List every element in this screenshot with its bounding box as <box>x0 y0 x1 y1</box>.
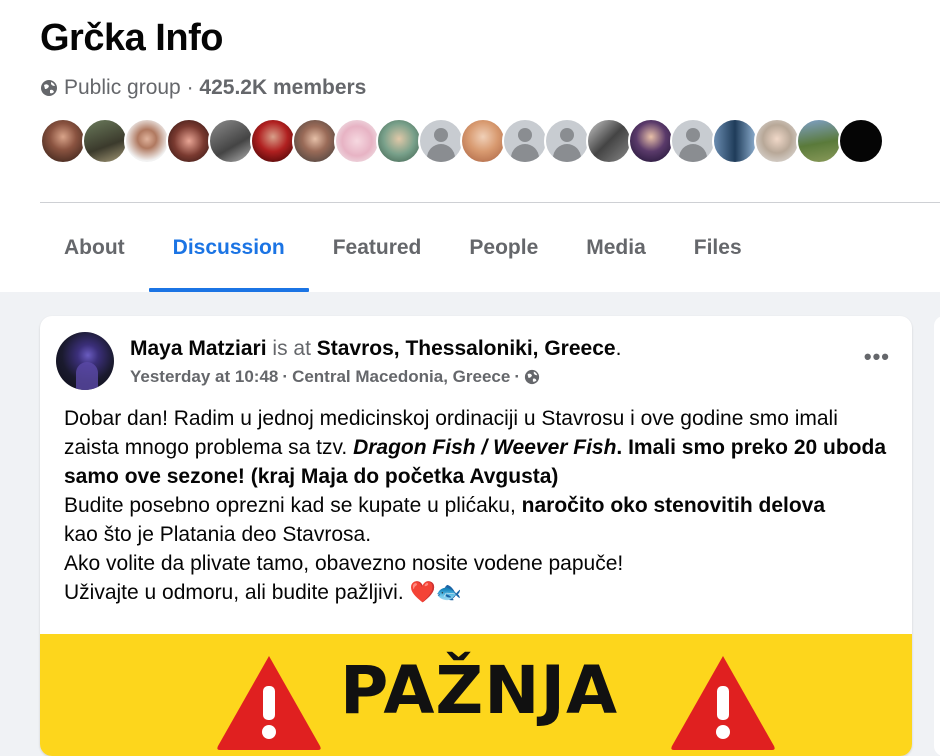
sub-separator: · <box>282 367 289 386</box>
body-text: Uživajte u odmoru, ali budite pažljivi. <box>64 581 410 604</box>
post-header: Maya Matziari is at Stavros, Thessalonik… <box>130 336 621 362</box>
post-paragraph: Budite posebno oprezni kad se kupate u p… <box>64 491 894 520</box>
privacy-label: Public group <box>64 76 181 99</box>
member-avatar[interactable] <box>40 118 86 164</box>
member-avatars[interactable] <box>40 118 884 164</box>
group-meta: Public group · 425.2K members <box>40 74 366 102</box>
post-subheader: Yesterday at 10:48 · Central Macedonia, … <box>130 366 540 388</box>
member-avatar-default[interactable] <box>502 118 548 164</box>
post-body: Dobar dan! Radim u jednoj medicinskoj or… <box>64 404 894 607</box>
warning-triangle-icon <box>671 656 775 750</box>
body-bold-text: naročito oko stenovitih delova <box>521 494 826 517</box>
member-avatar[interactable] <box>250 118 296 164</box>
author-avatar[interactable] <box>56 332 114 390</box>
member-avatar[interactable] <box>166 118 212 164</box>
post-card: Maya Matziari is at Stavros, Thessalonik… <box>40 316 912 756</box>
post-paragraph: Dobar dan! Radim u jednoj medicinskoj or… <box>64 404 894 491</box>
warning-image[interactable]: PAŽNJA <box>40 634 912 756</box>
member-avatar[interactable] <box>586 118 632 164</box>
checkin-place[interactable]: Stavros, Thessaloniki, Greece <box>317 337 616 360</box>
tab-media[interactable]: Media <box>562 210 670 292</box>
author-name[interactable]: Maya Matziari <box>130 337 267 360</box>
audience-globe-icon[interactable] <box>524 369 540 385</box>
member-count[interactable]: 425.2K members <box>199 74 366 102</box>
member-avatar[interactable] <box>838 118 884 164</box>
sub-separator: · <box>514 367 520 386</box>
group-title[interactable]: Grčka Info <box>40 14 223 62</box>
post-location[interactable]: Central Macedonia, Greece <box>292 366 510 388</box>
heart-fish-emoji: ❤️🐟 <box>409 581 462 604</box>
tab-files[interactable]: Files <box>670 210 766 292</box>
group-header: Grčka Info Public group · 425.2K members <box>0 0 940 292</box>
post-timestamp[interactable]: Yesterday at 10:48 <box>130 366 278 388</box>
is-at-text: is at <box>266 337 317 360</box>
body-text: Budite posebno oprezni kad se kupate u p… <box>64 494 522 517</box>
member-avatar[interactable] <box>82 118 128 164</box>
member-avatar[interactable] <box>628 118 674 164</box>
warning-banner-text: PAŽNJA <box>340 652 619 729</box>
tab-people[interactable]: People <box>445 210 562 292</box>
member-avatar-default[interactable] <box>544 118 590 164</box>
more-options-button[interactable]: ••• <box>864 344 890 370</box>
group-tabs: About Discussion Featured People Media F… <box>40 210 766 292</box>
member-avatar[interactable] <box>292 118 338 164</box>
header-divider <box>40 202 940 203</box>
globe-icon <box>40 79 58 97</box>
warning-triangle-icon <box>217 656 321 750</box>
tab-featured[interactable]: Featured <box>309 210 446 292</box>
fish-name: Dragon Fish / Weever Fish <box>353 436 617 459</box>
side-card <box>934 316 940 756</box>
post-paragraph: Uživajte u odmoru, ali budite pažljivi. … <box>64 578 894 607</box>
tab-discussion[interactable]: Discussion <box>148 210 309 292</box>
post-paragraph: kao što je Platania deo Stavrosa. <box>64 523 372 546</box>
post-paragraph: Ako volite da plivate tamo, obavezno nos… <box>64 552 624 575</box>
member-avatar-default[interactable] <box>418 118 464 164</box>
member-avatar-default[interactable] <box>670 118 716 164</box>
member-avatar[interactable] <box>376 118 422 164</box>
member-avatar[interactable] <box>796 118 842 164</box>
member-avatar[interactable] <box>334 118 380 164</box>
member-avatar[interactable] <box>460 118 506 164</box>
member-avatar[interactable] <box>208 118 254 164</box>
meta-separator: · <box>180 76 200 99</box>
member-avatar[interactable] <box>712 118 758 164</box>
tab-about[interactable]: About <box>40 210 149 292</box>
period: . <box>615 337 622 360</box>
member-avatar[interactable] <box>124 118 170 164</box>
member-avatar[interactable] <box>754 118 800 164</box>
